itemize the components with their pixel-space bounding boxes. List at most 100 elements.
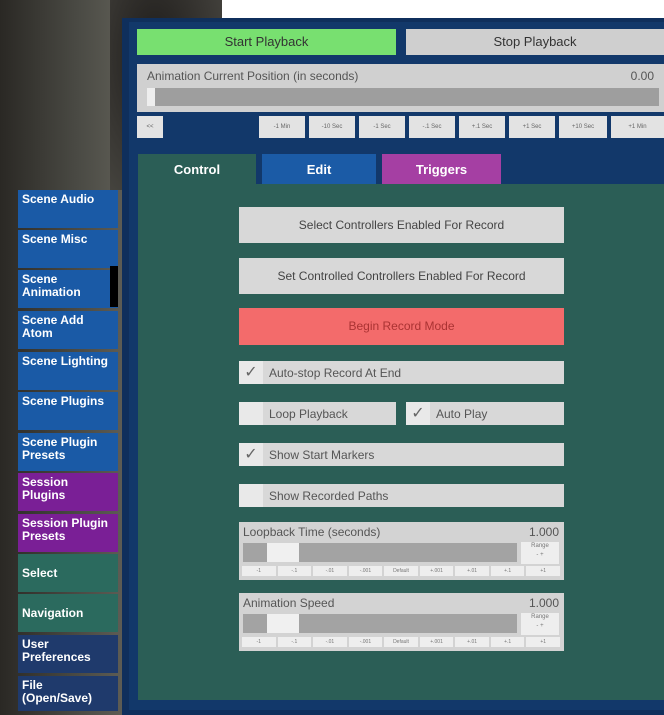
step-button[interactable]: +.1 [490,637,525,647]
sidebar-item-label: Session Plugins [22,475,69,502]
sidebar-item-label: Scene Plugin Presets [22,435,98,462]
range-label: Range [531,614,549,620]
show-recorded-paths-toggle[interactable]: Show Recorded Paths [239,484,564,507]
active-indicator [110,266,118,307]
step-button[interactable]: +.001 [419,637,454,647]
start-playback-button[interactable]: Start Playback [137,29,396,55]
sidebar-item-scene-misc[interactable]: Scene Misc [18,230,118,268]
position-value: 0.00 [630,69,654,83]
show-recorded-paths-label: Show Recorded Paths [269,489,389,503]
step-button[interactable]: +.01 [455,566,489,576]
sidebar-item-label: Scene Audio [22,192,95,206]
loopback-time-steps: -1 -.1 -.01 -.001 Default +.001 +.01 +.1 +1 [241,566,561,577]
tab-edit[interactable]: Edit [262,154,376,184]
step-button[interactable]: -.1 [277,566,312,576]
sidebar-item-session-plugin-presets[interactable]: Session Plugin Presets [18,514,118,552]
sidebar-item-label: User Preferences [22,637,91,664]
position-step-button[interactable]: +1 Sec [509,116,555,138]
sidebar-item-session-plugins[interactable]: Session Plugins [18,473,118,511]
position-step-button[interactable]: +1 Min [611,116,664,138]
set-controlled-controllers-button[interactable]: Set Controlled Controllers Enabled For R… [239,258,564,294]
loopback-time-label: Loopback Time (seconds) [243,525,381,539]
position-step-button[interactable]: -10 Sec [309,116,355,138]
sidebar-item-label: Navigation [22,606,84,620]
sidebar-item-label: Scene Plugins [22,394,105,408]
position-step-button[interactable]: +.1 Sec [459,116,505,138]
sidebar-item-navigation[interactable]: Navigation [18,594,118,632]
show-start-markers-toggle[interactable]: ✓ Show Start Markers [239,443,564,466]
animation-speed-range[interactable]: Range - + [521,613,559,635]
loop-playback-label: Loop Playback [269,407,348,421]
range-decrease-button[interactable]: - [536,552,538,558]
step-button[interactable]: -.1 [277,637,312,647]
auto-play-toggle[interactable]: ✓ Auto Play [406,402,564,425]
sidebar-item-label: Scene Misc [22,232,88,246]
loopback-time-value: 1.000 [528,525,559,539]
sidebar-item-scene-animation[interactable]: Scene Animation [18,270,118,308]
step-button[interactable]: +.01 [455,637,489,647]
animation-speed-slider: Animation Speed 1.000 Range - + -1 -.1 -.0… [239,593,564,651]
step-button[interactable]: Default [384,566,418,576]
position-step-button[interactable]: << [137,116,163,138]
step-button[interactable]: -1 [242,637,276,647]
auto-stop-label: Auto-stop Record At End [269,366,402,380]
loop-playback-toggle[interactable]: Loop Playback [239,402,396,425]
range-increase-button[interactable]: + [540,623,544,629]
step-button[interactable]: +.001 [419,566,454,576]
animation-speed-value: 1.000 [528,596,559,610]
tab-triggers[interactable]: Triggers [382,154,501,184]
range-decrease-button[interactable]: - [536,623,538,629]
sidebar-item-label: File (Open/Save) [22,678,93,705]
animation-speed-label: Animation Speed [243,596,335,610]
show-start-markers-check-icon[interactable]: ✓ [239,443,263,466]
position-track[interactable] [147,88,659,106]
step-button[interactable]: +1 [526,637,560,647]
auto-play-check-icon[interactable]: ✓ [406,402,430,425]
loopback-time-slider: Loopback Time (seconds) 1.000 Range - + … [239,522,564,580]
step-button[interactable]: -.001 [348,566,383,576]
position-step-button[interactable]: -1 Min [259,116,305,138]
select-controllers-button[interactable]: Select Controllers Enabled For Record [239,207,564,243]
show-recorded-paths-checkbox[interactable] [239,484,263,507]
sidebar-item-label: Scene Lighting [22,354,109,368]
step-button[interactable]: +.1 [490,566,525,576]
sidebar-item-file-open-save[interactable]: File (Open/Save) [18,676,118,711]
range-increase-button[interactable]: + [540,552,544,558]
position-step-buttons: << -1 Min -10 Sec -1 Sec -.1 Sec +.1 Sec +1 Se… [137,116,664,138]
sidebar-item-label: Select [22,566,58,580]
position-step-button[interactable]: +10 Sec [559,116,607,138]
auto-stop-check-icon[interactable]: ✓ [239,361,263,384]
sidebar-item-scene-add-atom[interactable]: Scene Add Atom [18,311,118,349]
loop-playback-checkbox[interactable] [239,402,263,425]
step-button[interactable]: -.01 [313,566,347,576]
sidebar-item-select[interactable]: Select [18,554,118,592]
animation-speed-steps: -1 -.1 -.01 -.001 Default +.001 +.01 +.1 +1 [241,637,561,648]
position-step-button[interactable]: -.1 Sec [409,116,455,138]
range-label: Range [531,543,549,549]
sidebar-item-label: Session Plugin Presets [22,516,109,543]
position-step-button[interactable]: -1 Sec [359,116,405,138]
step-button[interactable]: +1 [526,566,560,576]
loopback-time-handle[interactable] [267,543,300,562]
sidebar-item-label: Scene Add Atom [22,313,84,340]
sidebar-item-scene-plugin-presets[interactable]: Scene Plugin Presets [18,433,118,471]
position-handle[interactable] [147,88,155,106]
sidebar-item-scene-plugins[interactable]: Scene Plugins [18,392,118,430]
loopback-time-range[interactable]: Range - + [521,542,559,564]
show-start-markers-label: Show Start Markers [269,448,375,462]
step-button[interactable]: -.01 [313,637,347,647]
sidebar-item-label: Scene Animation [22,272,81,299]
animation-speed-handle[interactable] [267,614,300,633]
step-button[interactable]: Default [384,637,418,647]
begin-record-mode-button[interactable]: Begin Record Mode [239,308,564,345]
step-button[interactable]: -.001 [348,637,383,647]
sidebar-item-user-preferences[interactable]: User Preferences [18,635,118,673]
stop-playback-button[interactable]: Stop Playback [406,29,664,55]
step-button[interactable]: -1 [242,566,276,576]
tab-control[interactable]: Control [138,154,256,184]
sidebar-item-scene-audio[interactable]: Scene Audio [18,190,118,228]
auto-play-label: Auto Play [436,407,488,421]
auto-stop-record-toggle[interactable]: ✓ Auto-stop Record At End [239,361,564,384]
position-label: Animation Current Position (in seconds) [147,69,359,83]
sidebar-item-scene-lighting[interactable]: Scene Lighting [18,352,118,390]
